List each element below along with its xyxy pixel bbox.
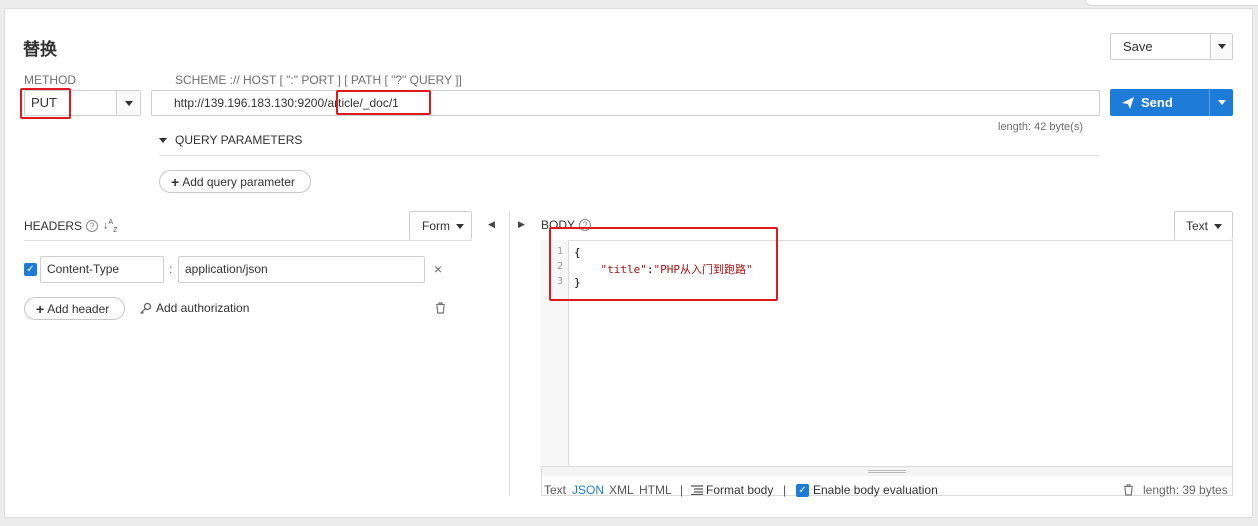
help-icon[interactable]: ? bbox=[86, 220, 99, 233]
body-mode-dropdown[interactable]: Text bbox=[1174, 211, 1233, 240]
enable-evaluation-label: Enable body evaluation bbox=[813, 483, 938, 497]
url-host: http://139.196.183.130:9200 bbox=[174, 96, 325, 110]
query-parameters-toggle[interactable]: QUERY PARAMETERS bbox=[159, 133, 302, 147]
chevron-down-icon bbox=[1214, 223, 1223, 229]
query-divider bbox=[159, 155, 1099, 156]
headers-divider bbox=[24, 240, 472, 241]
save-dropdown[interactable]: Save bbox=[1110, 33, 1233, 60]
url-input[interactable]: http://139.196.183.130:9200/article/_doc… bbox=[151, 90, 1100, 116]
url-format-label: SCHEME :// HOST [ ":" PORT ] [ PATH [ "?… bbox=[175, 73, 462, 87]
sort-icon[interactable]: ↓AZ bbox=[103, 219, 117, 234]
grip-icon bbox=[868, 470, 906, 473]
headers-heading: HEADERS ? ↓AZ bbox=[24, 219, 117, 234]
add-query-parameter-button[interactable]: + Add query parameter bbox=[159, 170, 311, 193]
format-body-button[interactable]: Format body bbox=[691, 483, 773, 497]
format-xml-option[interactable]: XML bbox=[609, 483, 634, 497]
send-button[interactable]: Send bbox=[1110, 89, 1233, 116]
headers-mode-dropdown[interactable]: Form bbox=[409, 211, 472, 240]
trash-icon[interactable] bbox=[435, 302, 446, 314]
plus-icon: + bbox=[171, 173, 180, 190]
save-menu-toggle[interactable] bbox=[1210, 34, 1232, 59]
save-button[interactable]: Save bbox=[1111, 34, 1210, 59]
footer-separator: | bbox=[783, 483, 787, 497]
query-parameters-label: QUERY PARAMETERS bbox=[175, 133, 303, 147]
header-name-input[interactable]: Content-Type bbox=[40, 256, 164, 283]
body-highlight bbox=[549, 227, 778, 301]
url-path-highlight bbox=[336, 90, 431, 115]
collapse-right-icon[interactable]: ▶ bbox=[518, 219, 525, 230]
add-header-button[interactable]: + Add header bbox=[24, 297, 125, 320]
body-mode-label: Text bbox=[1186, 219, 1209, 233]
plus-icon: + bbox=[36, 300, 45, 317]
add-authorization-label: Add authorization bbox=[156, 301, 250, 315]
method-label: METHOD bbox=[24, 73, 76, 87]
method-highlight bbox=[20, 88, 71, 119]
chevron-down-icon bbox=[159, 137, 167, 143]
chevron-down-icon bbox=[1217, 100, 1226, 105]
send-menu-toggle[interactable] bbox=[1209, 89, 1233, 116]
page-title: 替换 bbox=[23, 40, 57, 59]
footer-separator: | bbox=[680, 483, 684, 497]
background-card bbox=[1085, 0, 1258, 6]
add-query-parameter-label: Add query parameter bbox=[182, 174, 295, 189]
pane-splitter[interactable] bbox=[509, 210, 510, 496]
method-dropdown-toggle[interactable] bbox=[116, 91, 140, 115]
send-icon bbox=[1122, 96, 1134, 109]
collapse-left-icon[interactable]: ◀ bbox=[488, 219, 495, 230]
format-body-label: Format body bbox=[706, 483, 774, 497]
body-length: length: 39 bytes bbox=[1143, 483, 1228, 497]
url-length: length: 42 byte(s) bbox=[998, 121, 1083, 133]
key-icon bbox=[140, 302, 152, 314]
trash-icon[interactable] bbox=[1123, 484, 1134, 496]
add-authorization-button[interactable]: Add authorization bbox=[139, 301, 249, 315]
chevron-down-icon bbox=[1217, 44, 1226, 49]
headers-label: HEADERS bbox=[24, 219, 83, 234]
editor-resize-handle[interactable] bbox=[542, 466, 1232, 476]
header-value-input[interactable]: application/json bbox=[178, 256, 425, 283]
enable-evaluation-checkbox[interactable]: ✓ bbox=[796, 484, 809, 497]
add-header-label: Add header bbox=[47, 301, 110, 316]
chevron-down-icon bbox=[124, 100, 133, 106]
headers-mode-label: Form bbox=[422, 219, 450, 233]
header-separator: : bbox=[169, 262, 173, 276]
remove-header-icon[interactable]: × bbox=[434, 261, 442, 277]
format-lines-icon bbox=[691, 485, 703, 495]
format-html-option[interactable]: HTML bbox=[639, 483, 672, 497]
send-label: Send bbox=[1141, 95, 1173, 110]
format-text-option[interactable]: Text bbox=[544, 483, 566, 497]
header-enabled-checkbox[interactable]: ✓ bbox=[24, 263, 37, 276]
chevron-down-icon bbox=[456, 223, 464, 229]
format-json-option[interactable]: JSON bbox=[572, 483, 604, 497]
